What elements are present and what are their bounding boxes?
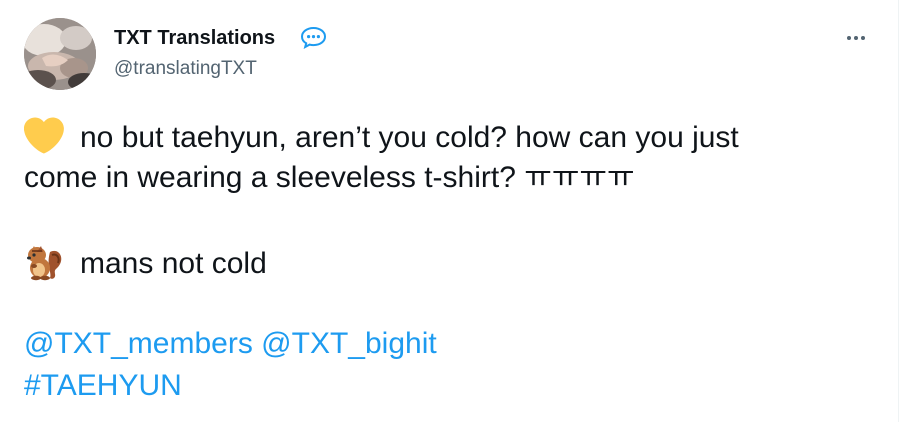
avatar[interactable]	[24, 18, 96, 90]
tweet-text-line: come in wearing a sleeveless t-shirt? ㅠㅠ…	[24, 158, 864, 198]
hashtag-link-taehyun[interactable]: #TAEHYUN	[24, 369, 182, 402]
tweet-text-line: no but taehyun, aren’t you cold? how can…	[24, 116, 864, 158]
more-dot	[847, 36, 851, 40]
more-options-icon[interactable]	[838, 24, 874, 52]
tweet-text-3: mans not cold	[80, 247, 267, 280]
tweet-text-2: come in wearing a sleeveless t-shirt? ㅠㅠ…	[24, 161, 635, 194]
hashtag-line: #TAEHYUN	[24, 366, 182, 406]
mention-link-txt-bighit[interactable]: @TXT_bighit	[261, 327, 437, 360]
tweet-card: TXT Translations @translatingTXT no but …	[0, 0, 899, 422]
author-display-name[interactable]: TXT Translations	[114, 26, 275, 50]
yellow-heart-icon	[24, 116, 64, 156]
mentions-line: @TXT_members @TXT_bighit	[24, 324, 437, 364]
speech-bubble-badge-icon	[300, 26, 327, 49]
mention-link-txt-members[interactable]: @TXT_members	[24, 327, 253, 360]
more-dot	[861, 36, 865, 40]
tweet-text-line: mans not cold	[24, 242, 864, 284]
chipmunk-icon	[24, 242, 64, 282]
tweet-text-1: no but taehyun, aren’t you cold? how can…	[80, 121, 739, 154]
author-handle[interactable]: @translatingTXT	[114, 57, 257, 81]
more-dot	[854, 36, 858, 40]
